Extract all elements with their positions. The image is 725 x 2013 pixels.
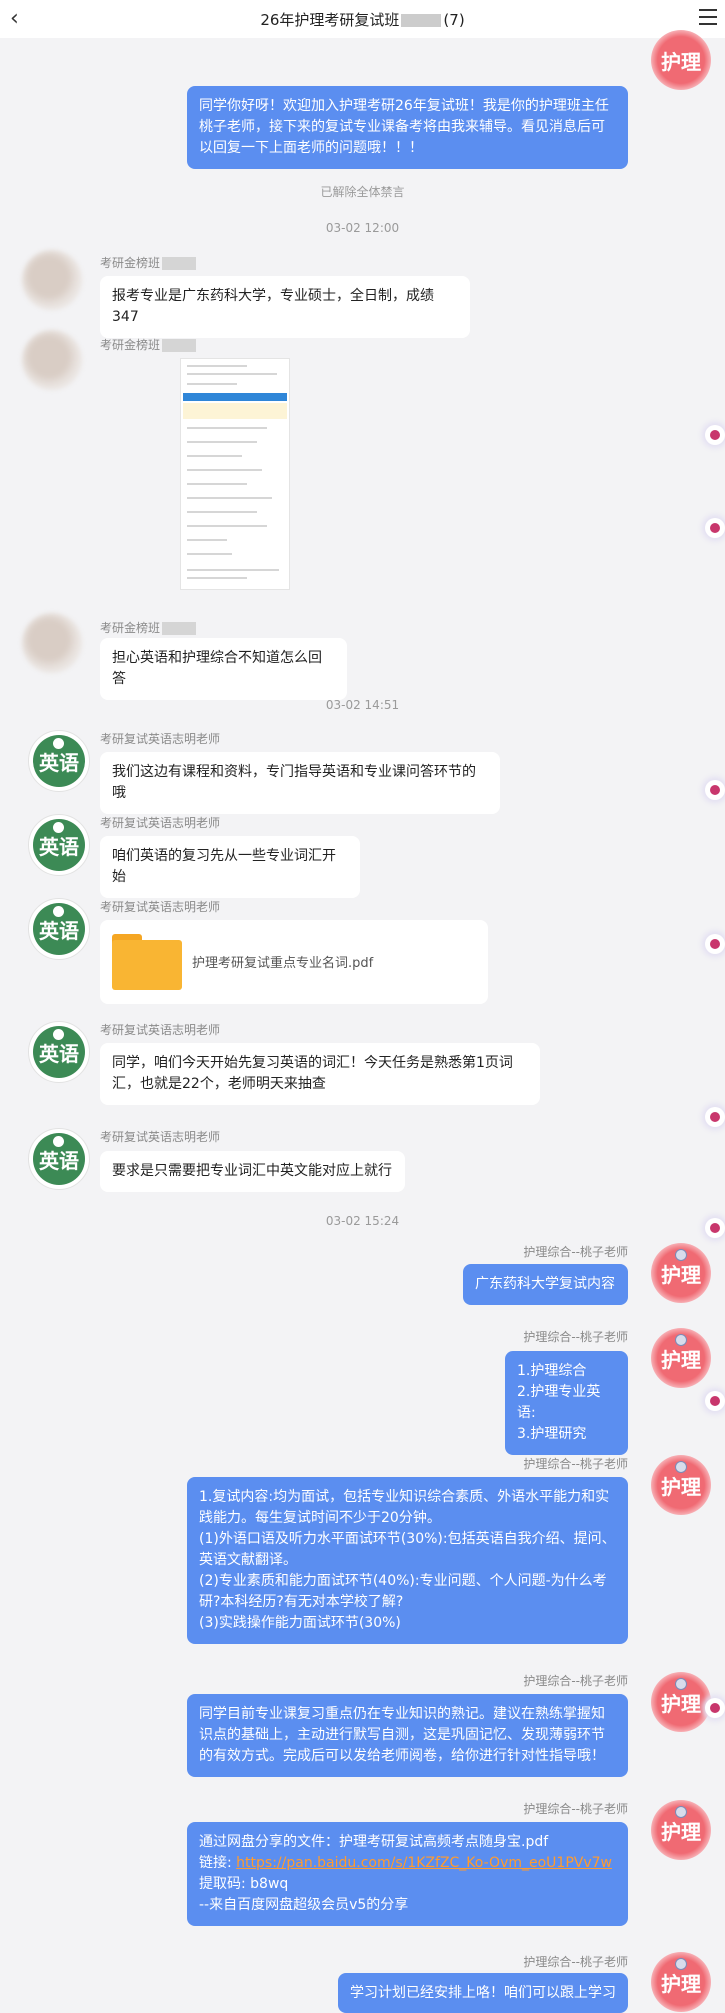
message-bubble[interactable]: 学习计划已经安排上咯！咱们可以跟上学习: [338, 1973, 628, 2013]
sender-name: 考研复试英语志明老师: [100, 900, 221, 914]
message-bubble[interactable]: 通过网盘分享的文件：护理考研复试高频考点随身宝.pdf 链接: https://…: [187, 1822, 628, 1926]
message-bubble[interactable]: 要求是只需要把专业词汇中英文能对应上就行: [100, 1151, 405, 1192]
top-bar: ‹ 26年护理考研复试班 (7): [0, 0, 725, 38]
avatar[interactable]: 英语: [28, 730, 90, 792]
file-message[interactable]: 护理考研复试重点专业名词.pdf: [100, 920, 488, 1004]
avatar[interactable]: 护理: [651, 30, 711, 90]
avatar[interactable]: [22, 613, 82, 673]
message-bubble[interactable]: 广东药科大学复试内容: [463, 1264, 628, 1305]
sender-name: 考研复试英语志明老师: [100, 732, 221, 746]
floating-app-icon[interactable]: [705, 1391, 725, 1411]
sender-name: 考研复试英语志明老师: [100, 816, 221, 830]
sender-name: 护理综合--桃子老师: [523, 1245, 628, 1259]
sender-name: 护理综合--桃子老师: [523, 1457, 628, 1471]
timestamp: 03-02 15:24: [325, 1214, 400, 1228]
avatar[interactable]: 护理: [651, 1952, 711, 2012]
avatar[interactable]: 护理: [651, 1800, 711, 1860]
avatar[interactable]: 护理: [651, 1455, 711, 1515]
message-bubble[interactable]: 我们这边有课程和资料，专门指导英语和专业课问答环节的哦: [100, 752, 500, 814]
message-bubble[interactable]: 担心英语和护理综合不知道怎么回答: [100, 638, 347, 700]
screenshot-image[interactable]: [180, 358, 290, 590]
sender-name: 护理综合--桃子老师: [523, 1955, 628, 1969]
back-arrow-icon[interactable]: ‹: [10, 6, 19, 31]
timestamp: 03-02 14:51: [325, 698, 400, 712]
floating-app-icon[interactable]: [705, 518, 725, 538]
avatar[interactable]: 英语: [28, 898, 90, 960]
sender-name: 护理综合--桃子老师: [523, 1802, 628, 1816]
file-name: 护理考研复试重点专业名词.pdf: [192, 956, 374, 971]
message-bubble[interactable]: 报考专业是广东药科大学，专业硕士，全日制，成绩347: [100, 276, 470, 338]
floating-app-icon[interactable]: [705, 780, 725, 800]
redacted-text: [401, 13, 442, 27]
timestamp: 03-02 12:00: [325, 221, 400, 235]
message-bubble[interactable]: 同学目前专业课复习重点仍在专业知识的熟记。建议在熟练掌握知 识点的基础上，主动进…: [187, 1694, 628, 1777]
floating-app-icon[interactable]: [705, 1107, 725, 1127]
share-link[interactable]: https://pan.baidu.com/s/1KZfZC_Ko-Ovm_eo…: [236, 1855, 612, 1871]
sender-name: 考研复试英语志明老师: [100, 1023, 221, 1037]
sender-name: 考研金榜班: [100, 254, 197, 271]
message-bubble[interactable]: 同学，咱们今天开始先复习英语的词汇！今天任务是熟悉第1页词 汇，也就是22个，老…: [100, 1043, 540, 1105]
sender-name: 护理综合--桃子老师: [523, 1330, 628, 1344]
chat-area[interactable]: 同学你好呀！欢迎加入护理考研26年复试班！我是你的护理班主任 桃子老师，接下来的…: [0, 30, 725, 2013]
avatar[interactable]: 英语: [28, 1021, 90, 1083]
floating-app-icon[interactable]: [705, 1698, 725, 1718]
avatar[interactable]: [22, 330, 82, 390]
avatar[interactable]: 护理: [651, 1328, 711, 1388]
avatar[interactable]: 护理: [651, 1243, 711, 1303]
chat-title: 26年护理考研复试班 (7): [260, 10, 465, 29]
avatar[interactable]: [22, 250, 82, 310]
menu-icon[interactable]: [699, 9, 717, 25]
message-bubble[interactable]: 咱们英语的复习先从一些专业词汇开始: [100, 836, 360, 898]
message-bubble[interactable]: 1.复试内容:均为面试，包括专业知识综合素质、外语水平能力和实 践能力。每生复试…: [187, 1477, 628, 1644]
avatar[interactable]: 护理: [651, 1672, 711, 1732]
floating-app-icon[interactable]: [705, 934, 725, 954]
sender-name: 考研金榜班: [100, 619, 197, 636]
message-bubble[interactable]: 1.护理综合 2.护理专业英语: 3.护理研究: [505, 1351, 628, 1455]
folder-icon: [112, 934, 182, 990]
sender-name: 考研复试英语志明老师: [100, 1130, 221, 1144]
sender-name: 考研金榜班: [100, 336, 197, 353]
sender-name: 护理综合--桃子老师: [523, 1674, 628, 1688]
avatar[interactable]: 英语: [28, 814, 90, 876]
message-bubble[interactable]: 同学你好呀！欢迎加入护理考研26年复试班！我是你的护理班主任 桃子老师，接下来的…: [187, 86, 628, 169]
floating-app-icon[interactable]: [705, 1218, 725, 1238]
system-notice: 已解除全体禁言: [320, 185, 405, 199]
floating-app-icon[interactable]: [705, 425, 725, 445]
avatar[interactable]: 英语: [28, 1128, 90, 1190]
